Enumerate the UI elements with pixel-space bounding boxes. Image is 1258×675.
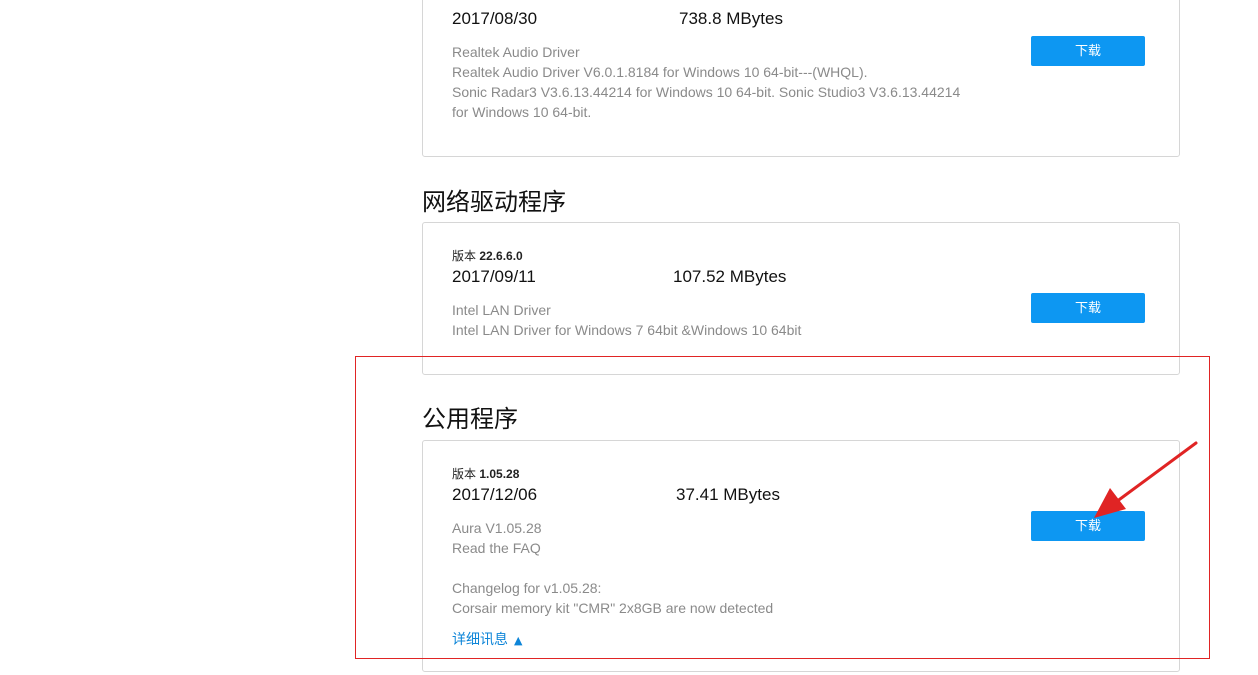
chevron-up-icon: ▲ [514,634,523,647]
network-download-button[interactable]: 下载 [1031,293,1145,323]
utility-changelog-line-1: Changelog for v1.05.28: [452,580,602,596]
utility-version-number: 1.05.28 [479,467,520,481]
audio-desc-line-1: Realtek Audio Driver [452,44,580,60]
utility-changelog-line-2: Corsair memory kit "CMR" 2x8GB are now d… [452,600,774,616]
network-section-title: 网络驱动程序 [422,188,566,216]
network-desc-line-1: Intel LAN Driver [452,302,551,318]
network-version-number: 22.6.6.0 [479,249,523,263]
audio-desc-line-4: for Windows 10 64-bit. [452,104,592,120]
audio-driver-card: 2017/08/30 738.8 MBytes Realtek Audio Dr… [422,0,1180,157]
utility-desc-line-1: Aura V1.05.28 [452,520,542,536]
utility-download-button[interactable]: 下载 [1031,511,1145,541]
audio-download-button[interactable]: 下载 [1031,36,1145,66]
network-file-size: 107.52 MBytes [673,267,787,286]
utility-section-title: 公用程序 [422,405,518,433]
utility-card: 版本 1.05.28 2017/12/06 37.41 MBytes Aura … [422,440,1180,672]
utility-version-line: 版本 1.05.28 [452,465,519,482]
network-version-label: 版本 [452,249,477,263]
network-release-date: 2017/09/11 [452,267,536,286]
details-toggle-link[interactable]: 详细讯息 ▲ [452,629,522,649]
network-driver-card: 版本 22.6.6.0 2017/09/11 107.52 MBytes Int… [422,222,1180,375]
utility-release-date: 2017/12/06 [452,485,538,504]
audio-desc-line-3: Sonic Radar3 V3.6.13.44214 for Windows 1… [452,84,961,100]
details-toggle-label: 详细讯息 [452,632,508,648]
utility-version-label: 版本 [452,467,477,481]
audio-file-size: 738.8 MBytes [679,9,783,28]
utility-desc-line-2[interactable]: Read the FAQ [452,540,541,556]
audio-release-date: 2017/08/30 [452,9,538,28]
utility-file-size: 37.41 MBytes [676,485,780,504]
network-desc-line-2: Intel LAN Driver for Windows 7 64bit &Wi… [452,322,802,338]
network-version-line: 版本 22.6.6.0 [452,247,523,264]
audio-desc-line-2: Realtek Audio Driver V6.0.1.8184 for Win… [452,64,868,80]
